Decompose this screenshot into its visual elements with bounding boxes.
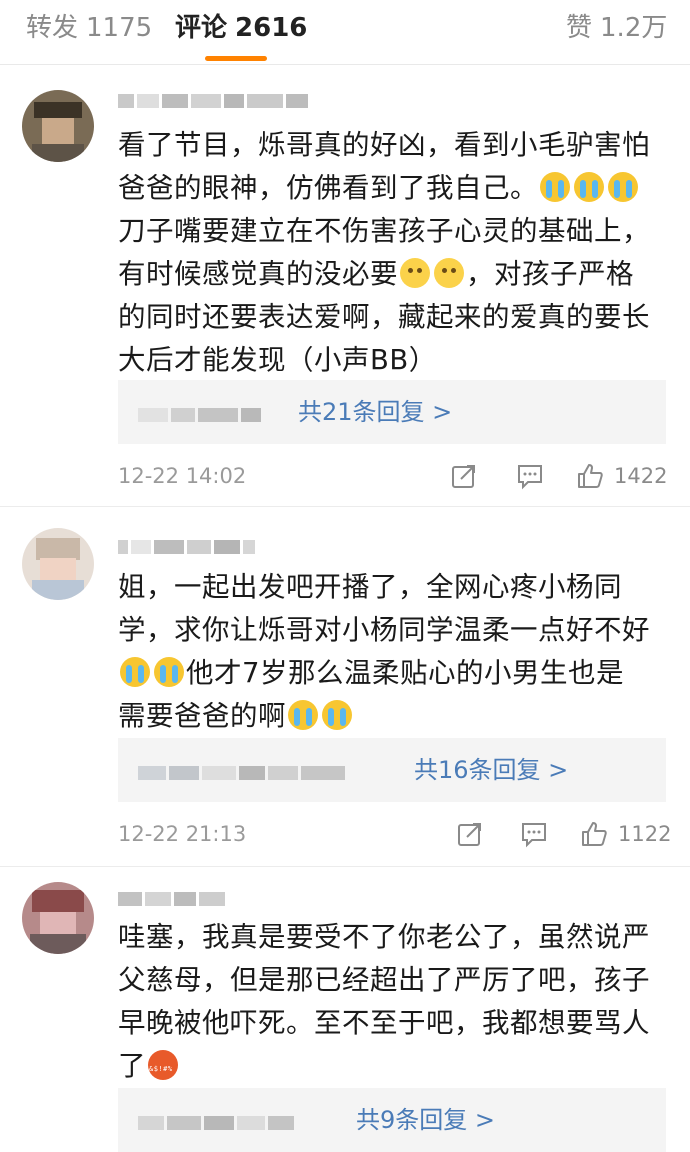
- reply-icon[interactable]: [520, 820, 548, 848]
- like-count: 1422: [614, 464, 668, 488]
- comment-line: 早晚被他吓死。至不至于吧，我都想要骂人: [118, 1007, 650, 1039]
- crying-emoji: [540, 172, 570, 202]
- comment-text: 看了节目，烁哥真的好凶，看到小毛驴害怕 爸爸的眼神，仿佛看到了我自己。 刀子嘴要…: [118, 124, 663, 382]
- username-blurred[interactable]: [118, 536, 358, 558]
- share-icon[interactable]: [456, 820, 484, 848]
- comment-meta: 12-22 21:13 1122: [118, 816, 672, 852]
- divider: [0, 866, 690, 867]
- username-blurred[interactable]: [118, 90, 358, 112]
- active-tab-indicator: [205, 56, 267, 61]
- sad-emoji: [400, 258, 430, 288]
- avatar[interactable]: [22, 528, 94, 600]
- comment-line: 学，求你让烁哥对小杨同学温柔一点好不好: [118, 614, 650, 646]
- sad-emoji: [434, 258, 464, 288]
- replies-box[interactable]: 共21条回复 >: [118, 380, 666, 444]
- crying-emoji: [574, 172, 604, 202]
- comment-meta: 12-22 14:02 1422: [118, 458, 668, 494]
- comment-line: 父慈母，但是那已经超出了严厉了吧，孩子: [118, 964, 650, 996]
- view-replies-link[interactable]: 共9条回复 >: [356, 1102, 495, 1138]
- reply-icon[interactable]: [516, 462, 544, 490]
- comment-line: 了: [118, 1045, 663, 1088]
- tab-comment-label: 评论: [175, 13, 228, 43]
- crying-emoji: [154, 657, 184, 687]
- comment-line: 爸爸的眼神，仿佛看到了我自己。: [118, 167, 663, 210]
- crying-emoji: [288, 700, 318, 730]
- comment-line: 有时候感觉真的没必要 ，对孩子严格: [118, 258, 634, 290]
- divider: [0, 506, 690, 507]
- replies-box[interactable]: 共9条回复 >: [118, 1088, 666, 1152]
- comment-time: 12-22 21:13: [118, 822, 247, 846]
- angry-emoji: [148, 1050, 178, 1080]
- tab-comment-count: 2616: [235, 13, 308, 43]
- avatar[interactable]: [22, 90, 94, 162]
- crying-emoji: [322, 700, 352, 730]
- comment-tabs: 转发 1175 评论 2616 赞 1.2万: [0, 0, 690, 65]
- comment-line: 姐，一起出发吧开播了，全网心疼小杨同: [118, 571, 622, 603]
- comment-line: 看了节目，烁哥真的好凶，看到小毛驴害怕: [118, 129, 650, 161]
- tab-repost[interactable]: 转发 1175: [26, 10, 152, 46]
- tab-comment[interactable]: 评论 2616: [175, 10, 307, 46]
- tab-repost-count: 1175: [86, 13, 153, 43]
- comment-line: 哇塞，我真是要受不了你老公了，虽然说严: [118, 921, 650, 953]
- comment-text: 哇塞，我真是要受不了你老公了，虽然说严 父慈母，但是那已经超出了严厉了吧，孩子 …: [118, 916, 663, 1088]
- comment-line: 刀子嘴要建立在不伤害孩子心灵的基础上，: [118, 215, 650, 247]
- comment-line: 的同时还要表达爱啊，藏起来的爱真的要长: [118, 301, 650, 333]
- tab-like-label: 赞: [566, 13, 593, 43]
- like-count: 1122: [618, 822, 672, 846]
- share-icon[interactable]: [450, 462, 478, 490]
- username-blurred[interactable]: [118, 888, 358, 910]
- comment-line: 大后才能发现（小声BB）: [118, 344, 437, 376]
- view-replies-link[interactable]: 共16条回复 >: [414, 752, 568, 788]
- thumbs-up-icon[interactable]: [580, 820, 608, 848]
- crying-emoji: [608, 172, 638, 202]
- comment-line: 需要爸爸的啊: [118, 695, 663, 738]
- comment-line: 他才7岁那么温柔贴心的小男生也是: [118, 652, 663, 695]
- replies-box[interactable]: 共16条回复 >: [118, 738, 666, 802]
- reply-names-blurred: [138, 1112, 297, 1130]
- comment-time: 12-22 14:02: [118, 464, 247, 488]
- reply-names-blurred: [138, 404, 264, 422]
- tab-like-count: 1.2万: [600, 13, 668, 43]
- reply-names-blurred: [138, 762, 348, 780]
- crying-emoji: [120, 657, 150, 687]
- comment-text: 姐，一起出发吧开播了，全网心疼小杨同 学，求你让烁哥对小杨同学温柔一点好不好 他…: [118, 566, 663, 738]
- tab-repost-label: 转发: [26, 13, 79, 43]
- view-replies-link[interactable]: 共21条回复 >: [298, 394, 452, 430]
- thumbs-up-icon[interactable]: [576, 462, 604, 490]
- tab-like[interactable]: 赞 1.2万: [566, 10, 667, 46]
- avatar[interactable]: [22, 882, 94, 954]
